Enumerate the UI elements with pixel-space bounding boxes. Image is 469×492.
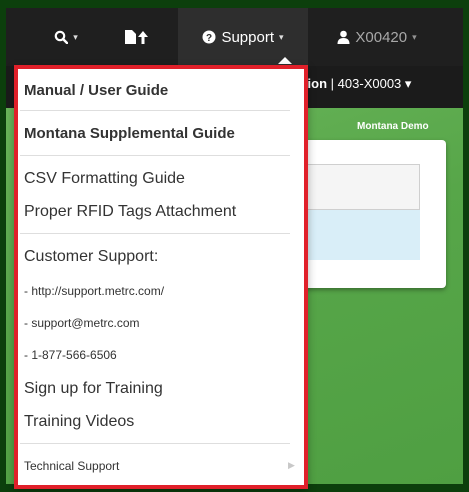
menu-divider — [20, 110, 290, 111]
menu-divider — [20, 233, 290, 234]
menu-item-manual[interactable]: Manual / User Guide — [24, 82, 168, 99]
menu-item-support-url[interactable]: - http://support.metrc.com/ — [24, 284, 164, 298]
menu-divider — [20, 155, 290, 156]
user-menu-button[interactable]: X00420 ▾ — [318, 8, 436, 66]
user-license-label: X00420 — [355, 28, 408, 46]
question-circle-icon: ? — [202, 30, 216, 44]
menu-item-rfid-attachment[interactable]: Proper RFID Tags Attachment — [24, 203, 236, 221]
menu-item-training-videos[interactable]: Training Videos — [24, 413, 134, 431]
search-menu-button[interactable]: ▾ — [40, 8, 92, 66]
card-highlight-row — [300, 210, 420, 260]
chevron-down-icon: ▾ — [401, 76, 412, 91]
user-icon — [337, 30, 350, 44]
search-icon — [54, 30, 69, 44]
menu-item-technical-support[interactable]: Technical Support — [24, 459, 119, 473]
menu-divider — [20, 443, 290, 444]
support-menu-label: Support — [221, 28, 274, 46]
menu-item-csv-guide[interactable]: CSV Formatting Guide — [24, 170, 185, 188]
facility-selector[interactable]: ation | 403-X0003 ▾ — [296, 76, 462, 92]
card-input-area[interactable] — [300, 164, 420, 210]
chevron-down-icon: ▾ — [279, 31, 284, 42]
menu-item-training-signup[interactable]: Sign up for Training — [24, 380, 163, 398]
chevron-down-icon: ▾ — [73, 31, 78, 42]
menu-item-support-phone[interactable]: - 1-877-566-6506 — [24, 348, 117, 362]
dropdown-pointer — [278, 57, 292, 64]
upload-file-icon — [124, 29, 150, 45]
menu-item-supplemental-guide[interactable]: Montana Supplemental Guide — [24, 125, 235, 142]
top-navbar: ▾ ? Support ▾ X00420 ▾ — [6, 8, 463, 66]
import-menu-button[interactable] — [110, 8, 164, 66]
facility-separator: | — [327, 76, 338, 91]
menu-item-support-email[interactable]: - support@metrc.com — [24, 316, 140, 330]
customer-support-heading: Customer Support: — [24, 248, 159, 265]
chevron-down-icon: ▾ — [412, 31, 417, 42]
svg-text:?: ? — [206, 33, 212, 44]
facility-license: 403-X0003 — [337, 76, 402, 91]
environment-label: Montana Demo — [357, 121, 429, 132]
chevron-right-icon: ▶ — [288, 460, 295, 470]
